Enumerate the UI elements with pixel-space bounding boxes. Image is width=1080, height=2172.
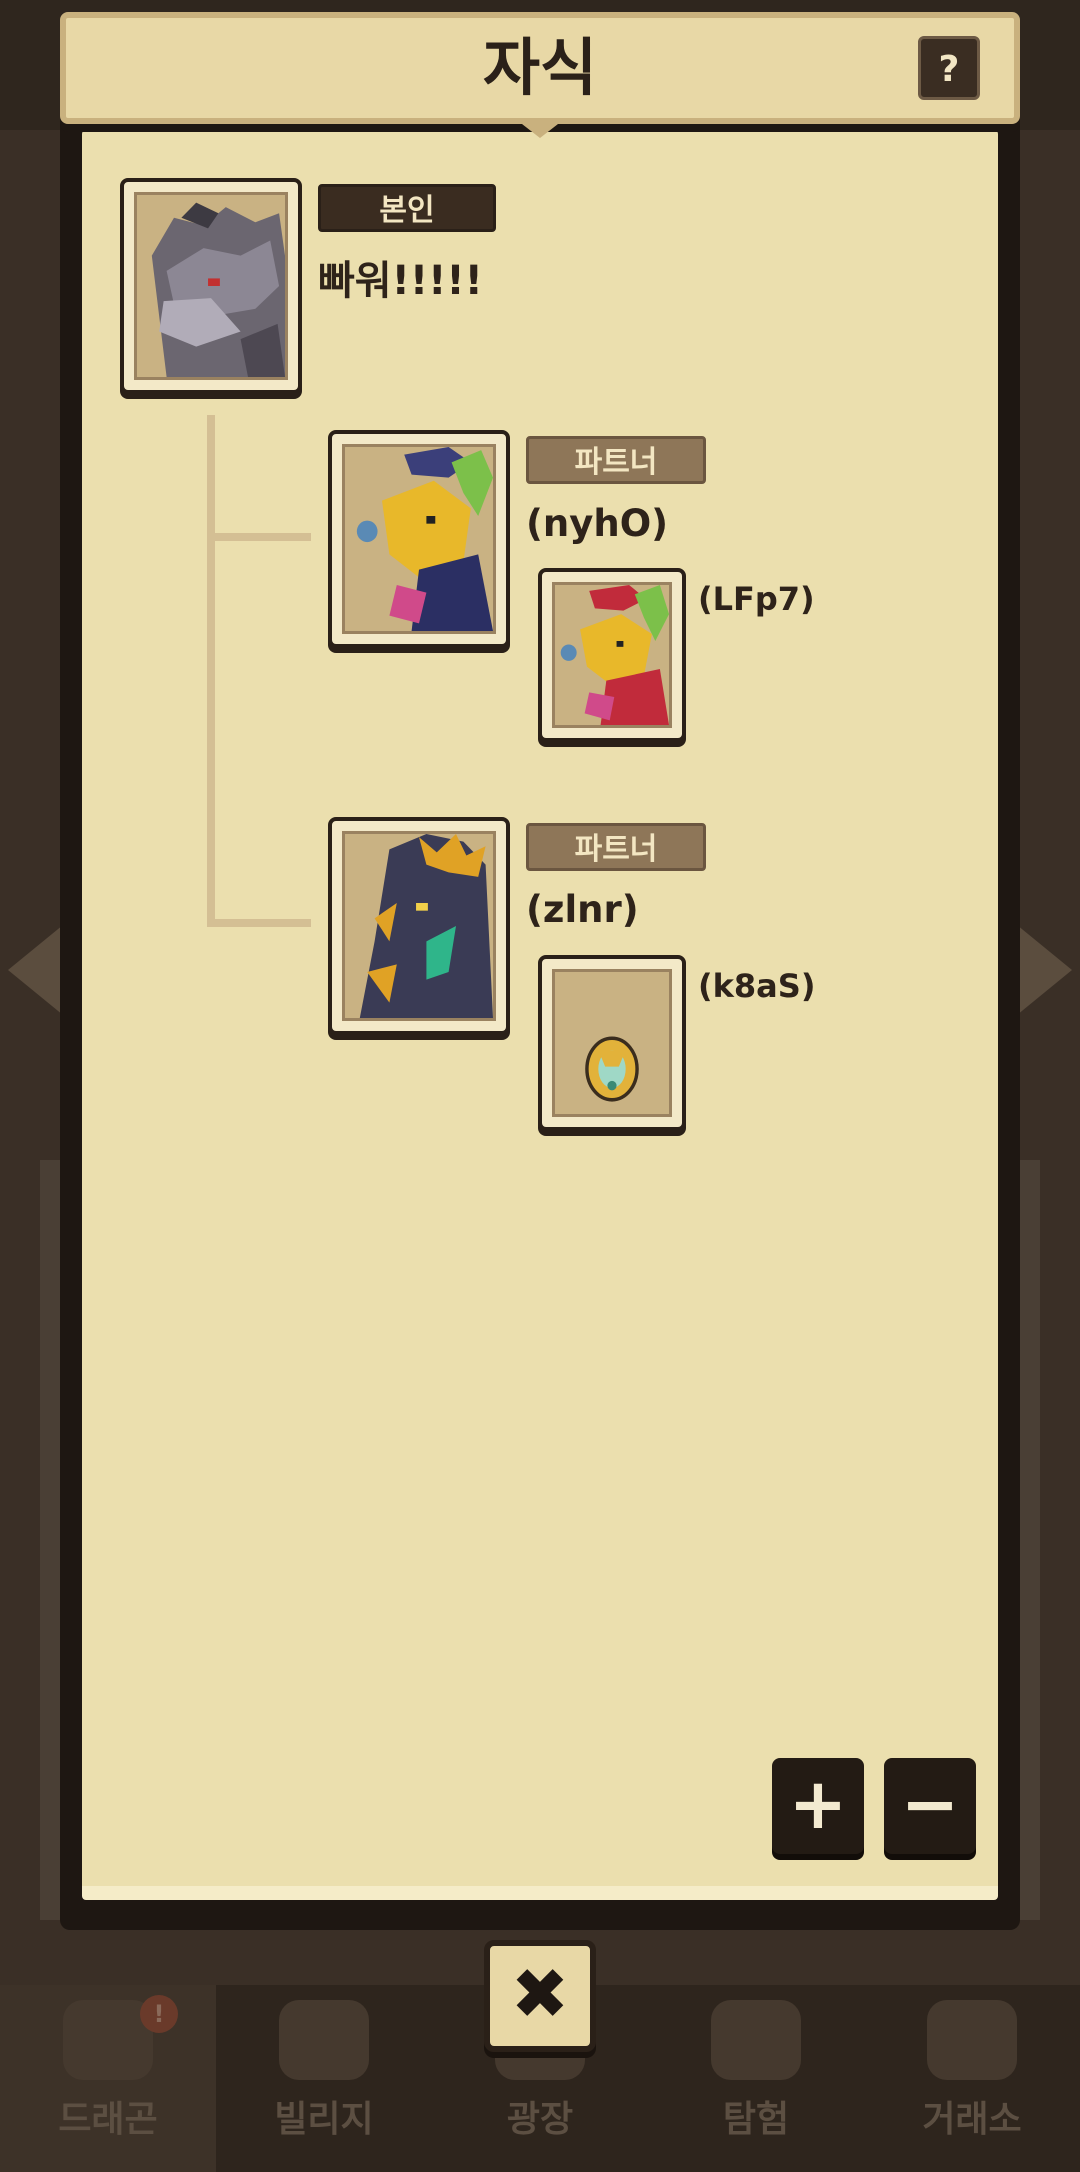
tree-line-branch-2 [207,919,311,927]
next-arrow-icon[interactable] [1017,925,1072,1015]
page-title: 자식 [482,31,598,104]
partner-portrait[interactable] [328,430,510,648]
gold-feather-dragon-image [342,444,496,634]
zoom-in-button[interactable]: + [772,1758,864,1854]
tree-line-branch-1 [207,533,311,541]
red-feather-dragon-image [552,582,672,728]
nav-explore-label: 탐험 [722,2099,790,2140]
partner-tag: 파트너 [526,436,706,484]
help-button[interactable]: ? [918,36,980,100]
self-tag: 본인 [318,184,496,232]
previous-arrow-icon[interactable] [8,925,63,1015]
self-name: 빠워!!!!! [318,258,483,304]
exchange-icon [927,2000,1017,2080]
dark-armored-dragon-image [342,831,496,1021]
nav-village[interactable]: 빌리지 [216,1985,432,2172]
gray-dragon-image [134,192,288,380]
egg-icon [552,969,672,1117]
nav-village-label: 빌리지 [274,2099,374,2140]
partner-name: (zlnr) [526,888,639,931]
nav-plaza-label: 광장 [506,2099,574,2140]
nav-explore[interactable]: 탐험 [648,1985,864,2172]
nav-exchange[interactable]: 거래소 [864,1985,1080,2172]
compass-icon [711,2000,801,2080]
child-portrait[interactable] [538,568,686,742]
notification-badge: ! [140,1995,178,2033]
child-portrait[interactable] [538,955,686,1131]
village-icon [279,2000,369,2080]
tree-line-vertical [207,415,215,927]
zoom-out-button[interactable]: − [884,1758,976,1854]
partner-portrait[interactable] [328,817,510,1035]
nav-exchange-label: 거래소 [922,2099,1022,2140]
child-name: (LFp7) [698,580,815,618]
self-portrait[interactable] [120,178,302,394]
partner-tag: 파트너 [526,823,706,871]
nav-dragon[interactable]: ! 드래곤 [0,1985,216,2172]
nav-dragon-label: 드래곤 [58,2099,158,2140]
partner-name: (nyhO) [526,502,669,545]
close-button[interactable]: ✖ [484,1940,596,2052]
child-name: (k8aS) [698,967,816,1005]
title-bar: 자식 ? [60,12,1020,138]
